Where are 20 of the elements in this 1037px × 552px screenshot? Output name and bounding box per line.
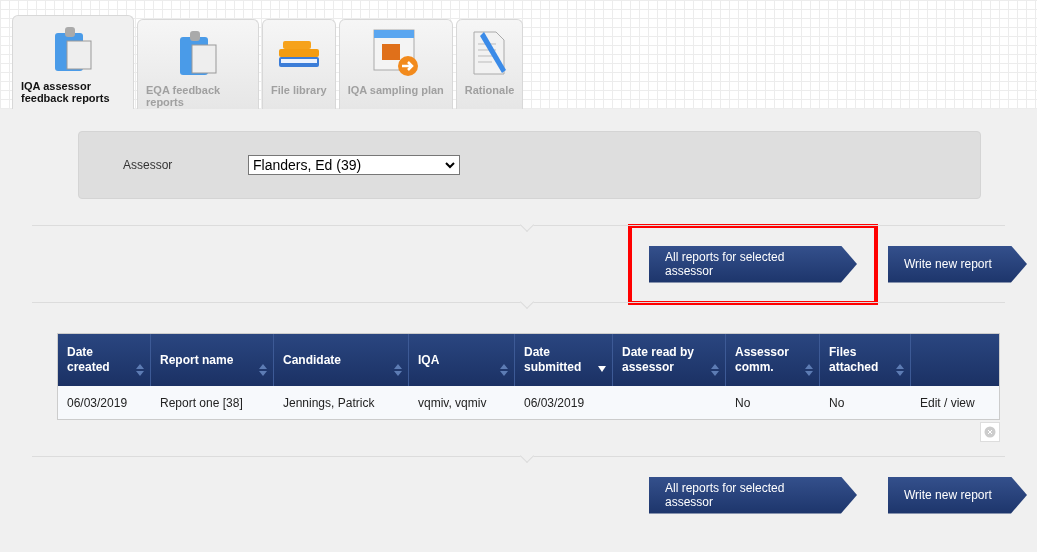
table-cell: 06/03/2019 — [524, 395, 585, 410]
clear-icon[interactable] — [980, 422, 1000, 442]
chevron-down-icon — [445, 161, 455, 169]
edit-view-link[interactable]: Edit / view — [920, 395, 975, 410]
assessor-label: Assessor — [123, 157, 174, 174]
arrow-button[interactable]: All reports for selected assessor — [649, 245, 857, 283]
clipboard-icon — [178, 29, 218, 77]
table-cell: vqmiv, vqmiv — [418, 395, 487, 410]
clipboard-icon — [53, 25, 93, 73]
assessor-select[interactable]: Flanders, Ed (39) — [248, 155, 460, 175]
arrow-button[interactable]: Write new report — [888, 476, 1027, 514]
table-cell: Report one [38] — [160, 395, 243, 410]
arrow-button[interactable]: All reports for selected assessor — [649, 476, 857, 514]
table-cell: No — [735, 395, 751, 410]
arrow-button[interactable]: Write new report — [888, 245, 1027, 283]
tab[interactable]: IQA assessor feedback reports — [12, 15, 134, 109]
table-cell: No — [829, 395, 845, 410]
table-cell: 06/03/2019 — [67, 395, 128, 410]
table-cell: Jennings, Patrick — [283, 395, 375, 410]
calendar-icon — [371, 28, 420, 78]
